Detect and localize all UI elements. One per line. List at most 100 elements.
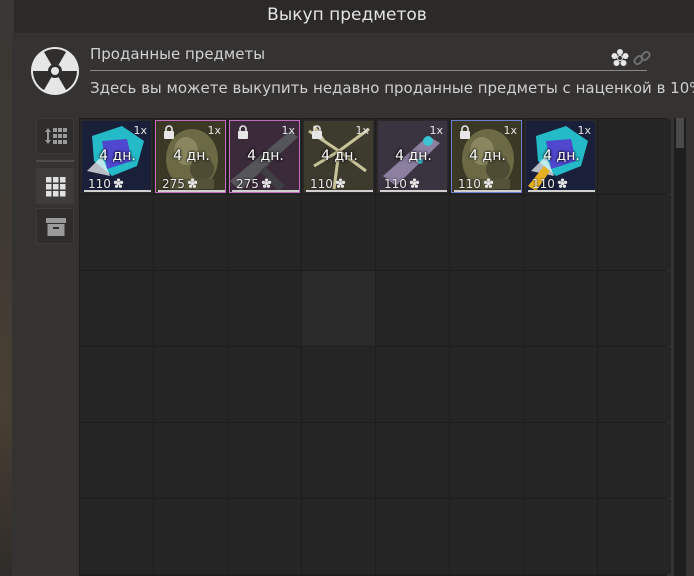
item-days-left: 4 дн.: [543, 148, 580, 164]
grid-cell[interactable]: [450, 271, 523, 346]
grid-cell[interactable]: [598, 271, 671, 346]
archive-icon: [46, 218, 66, 236]
grid-cell[interactable]: [598, 347, 671, 422]
currency-icon: [335, 178, 345, 188]
section-description: Здесь вы можете выкупить недавно проданн…: [90, 79, 694, 97]
lock-icon: [460, 125, 470, 139]
grid-cell[interactable]: [376, 195, 449, 270]
grid-cell[interactable]: [228, 195, 301, 270]
grid-cell[interactable]: [598, 119, 671, 194]
grid-cell[interactable]: [524, 195, 597, 270]
currency-icon: [187, 178, 197, 188]
lock-icon: [238, 125, 248, 139]
grid-cell[interactable]: [228, 347, 301, 422]
item-quantity: 1x: [281, 124, 295, 137]
sold-item[interactable]: 1x 4 дн. 110: [377, 120, 448, 193]
item-days-left: 4 дн.: [321, 148, 358, 164]
divider: [90, 70, 647, 71]
item-quantity: 1x: [133, 124, 147, 137]
item-price: 110: [310, 177, 333, 191]
link-icon[interactable]: [632, 48, 652, 68]
item-price: 110: [88, 177, 111, 191]
grid-view-icon: [46, 177, 66, 197]
lock-icon: [164, 125, 174, 139]
grid-cell[interactable]: [154, 271, 227, 346]
item-quantity: 1x: [429, 124, 443, 137]
grid-cell[interactable]: [228, 423, 301, 498]
grid-cell[interactable]: [450, 195, 523, 270]
grid-cell[interactable]: [598, 423, 671, 498]
grid-cell[interactable]: [80, 499, 153, 574]
item-days-left: 4 дн.: [247, 148, 284, 164]
scrollbar-thumb[interactable]: [676, 118, 684, 148]
item-underline: [84, 190, 151, 192]
grid-cell[interactable]: [524, 271, 597, 346]
item-days-left: 4 дн.: [99, 148, 136, 164]
sort-grid-icon: [45, 128, 67, 144]
grid-cell[interactable]: [598, 195, 671, 270]
grid-cell[interactable]: [524, 499, 597, 574]
grid-view-button[interactable]: [36, 168, 74, 204]
grid-cell[interactable]: [154, 195, 227, 270]
grid-cell[interactable]: [524, 423, 597, 498]
grid-cell[interactable]: [598, 499, 671, 574]
sold-item[interactable]: 1x 4 дн. 110: [81, 120, 152, 193]
sold-item[interactable]: 1x 4 дн. 275: [229, 120, 300, 193]
currency-icon[interactable]: [610, 48, 630, 68]
grid-cell[interactable]: [228, 499, 301, 574]
grid-cell[interactable]: [302, 347, 375, 422]
sold-item[interactable]: 1x 4 дн. 110: [525, 120, 596, 193]
grid-cell[interactable]: [228, 271, 301, 346]
item-price: 275: [236, 177, 259, 191]
grid-cell[interactable]: [154, 347, 227, 422]
currency-icon: [557, 178, 567, 188]
grid-cell[interactable]: [80, 347, 153, 422]
item-underline: [232, 190, 299, 192]
grid-cell[interactable]: [302, 499, 375, 574]
grid-cell[interactable]: [154, 499, 227, 574]
item-underline: [306, 190, 373, 192]
currency-icon: [409, 178, 419, 188]
item-days-left: 4 дн.: [173, 148, 210, 164]
header-actions: [610, 48, 654, 68]
grid-cell[interactable]: [376, 347, 449, 422]
item-price: 110: [458, 177, 481, 191]
currency-icon: [261, 178, 271, 188]
currency-icon: [483, 178, 493, 188]
item-price: 275: [162, 177, 185, 191]
item-underline: [158, 190, 225, 192]
grid-cell[interactable]: [450, 423, 523, 498]
grid-cell[interactable]: [154, 423, 227, 498]
grid-cell[interactable]: [302, 195, 375, 270]
toolbar-divider: [36, 160, 74, 162]
sort-button[interactable]: [36, 118, 74, 154]
grid-cell[interactable]: [450, 347, 523, 422]
grid-cell[interactable]: [376, 423, 449, 498]
grid-cell[interactable]: [376, 271, 449, 346]
item-price: 110: [532, 177, 555, 191]
scrollbar[interactable]: [674, 118, 686, 576]
grid-cell[interactable]: [80, 195, 153, 270]
item-underline: [528, 190, 595, 192]
item-quantity: 1x: [577, 124, 591, 137]
currency-icon: [113, 178, 123, 188]
item-quantity: 1x: [207, 124, 221, 137]
archive-button[interactable]: [36, 208, 74, 244]
item-underline: [380, 190, 447, 192]
item-days-left: 4 дн.: [395, 148, 432, 164]
sold-item[interactable]: 1x 4 дн. 110: [451, 120, 522, 193]
sold-item[interactable]: 1x 4 дн. 275: [155, 120, 226, 193]
view-toolbar: [34, 118, 76, 248]
grid-cell[interactable]: [302, 271, 375, 346]
window-title: Выкуп предметов: [267, 5, 427, 25]
grid-cell[interactable]: [80, 423, 153, 498]
sold-item[interactable]: 1x 4 дн. 110: [303, 120, 374, 193]
item-days-left: 4 дн.: [469, 148, 506, 164]
grid-cell[interactable]: [376, 499, 449, 574]
grid-cell[interactable]: [450, 499, 523, 574]
grid-cell[interactable]: [302, 423, 375, 498]
grid-cell[interactable]: [80, 271, 153, 346]
lock-icon: [312, 125, 322, 139]
item-underline: [454, 190, 521, 192]
grid-cell[interactable]: [524, 347, 597, 422]
